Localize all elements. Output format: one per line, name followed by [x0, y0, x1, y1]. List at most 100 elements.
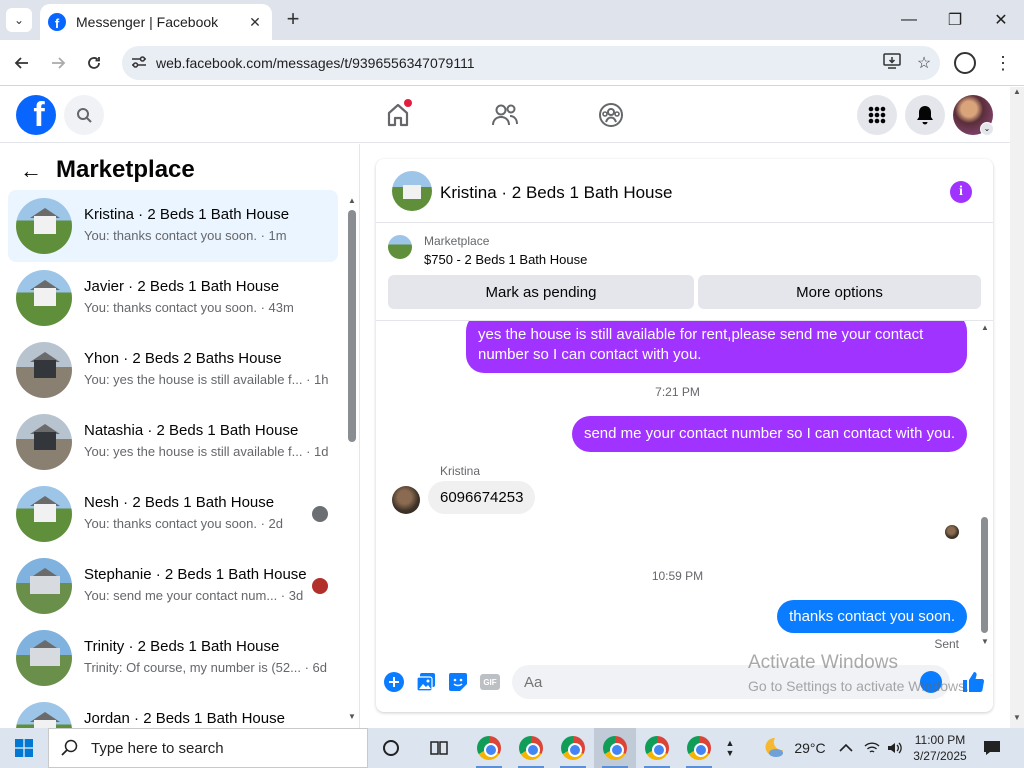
- conversation-item-trinity[interactable]: Trinity · 2 Beds 1 Bath House Trinity: O…: [8, 622, 338, 694]
- weather-temperature[interactable]: 29°C: [790, 728, 830, 768]
- more-options-button[interactable]: More options: [698, 275, 981, 309]
- marketplace-header: ← Marketplace: [0, 144, 359, 192]
- page-scrollbar[interactable]: ▲ ▼: [1010, 87, 1024, 728]
- chrome-taskbar-icon[interactable]: [468, 728, 510, 768]
- conversation-item-javier[interactable]: Javier · 2 Beds 1 Bath House You: thanks…: [8, 262, 338, 334]
- chevron-up-icon[interactable]: ▲: [726, 738, 735, 748]
- groups-icon[interactable]: [591, 97, 631, 133]
- windows-start-icon[interactable]: [0, 728, 48, 768]
- listing-avatar[interactable]: [392, 171, 432, 211]
- facebook-logo[interactable]: f: [16, 95, 56, 135]
- listing-thumbnail: [16, 630, 72, 686]
- chrome-taskbar-icon[interactable]: [636, 728, 678, 768]
- message-bubble-incoming[interactable]: 6096674253: [428, 481, 536, 514]
- conversation-preview: You: thanks contact you soon. · 2d: [84, 516, 283, 531]
- chrome-icon: [561, 736, 585, 760]
- url-text[interactable]: web.facebook.com/messages/t/939655634707…: [156, 55, 876, 71]
- message-input[interactable]: [512, 665, 950, 699]
- conversation-item-kristina[interactable]: Kristina · 2 Beds 1 Bath House You: than…: [8, 190, 338, 262]
- browser-menu-icon[interactable]: ⋮: [994, 52, 1012, 74]
- search-icon[interactable]: [64, 95, 104, 135]
- friends-icon[interactable]: [485, 97, 525, 133]
- conversation-title: Trinity · 2 Beds 1 Bath House: [84, 638, 280, 655]
- conversation-item-nesh[interactable]: Nesh · 2 Beds 1 Bath House You: thanks c…: [8, 478, 338, 550]
- chrome-icon: [603, 736, 627, 760]
- conversation-item-stephanie[interactable]: Stephanie · 2 Beds 1 Bath House You: sen…: [8, 550, 338, 622]
- home-icon[interactable]: [378, 97, 418, 133]
- new-tab-button[interactable]: +: [282, 8, 304, 32]
- message-bubble-outgoing[interactable]: send me your contact number so I can con…: [571, 416, 967, 452]
- conversation-preview: You: thanks contact you soon. · 43m: [84, 300, 294, 315]
- close-window-button[interactable]: ✕: [978, 0, 1024, 40]
- scroll-up-arrow-icon[interactable]: ▲: [979, 323, 991, 332]
- conversation-item-natashia[interactable]: Natashia · 2 Beds 1 Bath House You: yes …: [8, 406, 338, 478]
- chrome-taskbar-icon[interactable]: [552, 728, 594, 768]
- info-icon[interactable]: i: [950, 181, 972, 203]
- browser-tab-messenger[interactable]: f Messenger | Facebook ✕: [40, 4, 272, 40]
- address-bar-row: web.facebook.com/messages/t/939655634707…: [0, 40, 1024, 86]
- scrollbar-thumb[interactable]: [348, 210, 356, 442]
- message-bubble-outgoing[interactable]: yes the house is still available for ren…: [466, 321, 967, 373]
- chevron-down-icon[interactable]: ▼: [726, 748, 735, 758]
- scroll-down-arrow-icon[interactable]: ▼: [346, 712, 358, 721]
- scroll-up-arrow-icon[interactable]: ▲: [1011, 87, 1023, 96]
- back-icon[interactable]: [9, 50, 35, 76]
- photo-icon[interactable]: [415, 671, 437, 693]
- message-bubble-outgoing-latest[interactable]: thanks contact you soon.: [777, 600, 967, 633]
- conversation-item-yhon[interactable]: Yhon · 2 Beds 2 Baths House You: yes the…: [8, 334, 338, 406]
- notifications-bell-icon[interactable]: [905, 95, 945, 135]
- weather-moon-icon[interactable]: [758, 728, 788, 768]
- listing-mini-thumbnail[interactable]: [388, 235, 412, 259]
- thread-scrollbar[interactable]: ▲ ▼: [979, 321, 991, 653]
- conversation-item-jordan[interactable]: Jordan · 2 Beds 1 Bath House: [8, 694, 338, 728]
- cortana-icon[interactable]: [370, 728, 412, 768]
- mark-as-pending-button[interactable]: Mark as pending: [388, 275, 694, 309]
- conversation-title: Nesh · 2 Beds 1 Bath House: [84, 494, 275, 511]
- task-view-icon[interactable]: [418, 728, 460, 768]
- reload-icon[interactable]: [81, 50, 107, 76]
- network-icon[interactable]: [860, 728, 884, 768]
- tab-title: Messenger | Facebook: [76, 14, 219, 30]
- inbox-scrollbar[interactable]: ▲ ▼: [346, 196, 358, 724]
- scroll-down-arrow-icon[interactable]: ▼: [1011, 713, 1023, 722]
- logo-letter: f: [33, 96, 45, 134]
- minimize-button[interactable]: —: [886, 0, 932, 40]
- tab-search-chevron-icon[interactable]: ⌄: [6, 8, 32, 32]
- listing-price-title[interactable]: $750 - 2 Beds 1 Bath House: [424, 252, 587, 267]
- plus-icon[interactable]: [383, 671, 405, 693]
- scroll-up-arrow-icon[interactable]: ▲: [346, 196, 358, 205]
- taskbar-search-box[interactable]: Type here to search: [48, 728, 368, 768]
- taskbar-overflow-arrows[interactable]: ▲ ▼: [722, 728, 738, 768]
- action-center-icon[interactable]: [976, 728, 1008, 768]
- listing-thumbnail: [16, 342, 72, 398]
- chrome-taskbar-icon[interactable]: [678, 728, 720, 768]
- menu-grid-icon[interactable]: [857, 95, 897, 135]
- chrome-icon: [477, 736, 501, 760]
- scrollbar-thumb[interactable]: [981, 517, 988, 633]
- install-app-icon[interactable]: [876, 52, 908, 74]
- chrome-taskbar-icon[interactable]: [594, 728, 636, 768]
- sender-name: Kristina: [440, 464, 481, 478]
- browser-profile-icon[interactable]: [954, 52, 976, 74]
- thumbs-up-icon[interactable]: [960, 669, 986, 695]
- omnibox[interactable]: web.facebook.com/messages/t/939655634707…: [122, 46, 940, 80]
- conversation-header-title[interactable]: Kristina · 2 Beds 1 Bath House: [440, 183, 672, 203]
- forward-icon[interactable]: [45, 50, 71, 76]
- account-chevron-icon[interactable]: ⌄: [980, 122, 994, 136]
- emoji-icon[interactable]: [920, 671, 942, 693]
- scroll-down-arrow-icon[interactable]: ▼: [979, 637, 991, 646]
- chrome-taskbar-icon[interactable]: [510, 728, 552, 768]
- sender-avatar[interactable]: [392, 486, 420, 514]
- listing-thumbnail: [16, 702, 72, 728]
- site-settings-icon[interactable]: [122, 55, 156, 72]
- maximize-button[interactable]: ❐: [932, 0, 978, 40]
- tab-close-icon[interactable]: ✕: [246, 14, 264, 31]
- gif-icon[interactable]: GIF: [479, 671, 501, 693]
- conversation-title: Natashia · 2 Beds 1 Bath House: [84, 422, 299, 439]
- bookmark-star-icon[interactable]: ☆: [908, 53, 940, 73]
- volume-icon[interactable]: [884, 728, 906, 768]
- system-clock[interactable]: 11:00 PM 3/27/2025: [905, 732, 975, 764]
- back-arrow-icon[interactable]: ←: [20, 158, 42, 184]
- sticker-icon[interactable]: [447, 671, 469, 693]
- tray-chevron-up-icon[interactable]: [836, 728, 856, 768]
